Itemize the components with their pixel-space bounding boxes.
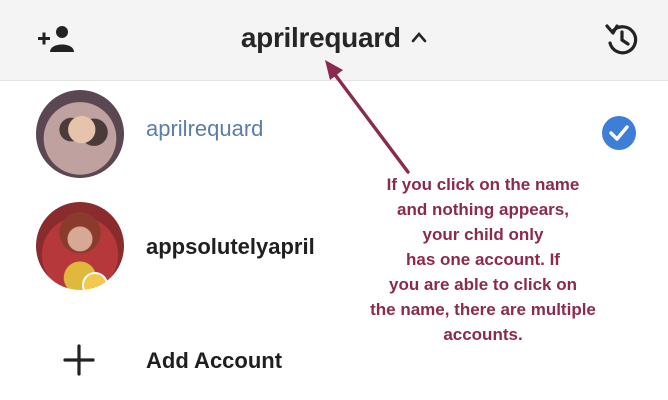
annotation-line: your child only bbox=[422, 225, 544, 244]
plus-icon[interactable] bbox=[63, 344, 95, 376]
account-username: aprilrequard bbox=[146, 116, 264, 141]
annotation-text: If you click on the name and nothing app… bbox=[350, 172, 616, 347]
username-switcher[interactable]: aprilrequard bbox=[0, 22, 668, 54]
account-switcher-header: aprilrequard bbox=[0, 0, 668, 81]
annotation-line: If you click on the name bbox=[386, 175, 580, 194]
chevron-up-icon[interactable] bbox=[411, 31, 427, 43]
badge-icon bbox=[82, 272, 108, 290]
annotation-line: and nothing appears, bbox=[397, 200, 569, 219]
header-username[interactable]: aprilrequard bbox=[241, 22, 401, 53]
history-icon[interactable] bbox=[604, 22, 638, 56]
account-row[interactable]: aprilrequard bbox=[0, 86, 668, 178]
selected-check-icon bbox=[602, 116, 636, 150]
add-account-label: Add Account bbox=[146, 348, 283, 373]
annotation-line: accounts. bbox=[443, 325, 523, 344]
avatar bbox=[36, 90, 124, 178]
annotation-line: the name, there are multiple bbox=[370, 300, 596, 319]
account-username: appsolutelyapril bbox=[146, 234, 315, 259]
avatar bbox=[36, 202, 124, 290]
annotation-line: has one account. If bbox=[406, 250, 560, 269]
annotation-line: you are able to click on bbox=[388, 275, 577, 294]
